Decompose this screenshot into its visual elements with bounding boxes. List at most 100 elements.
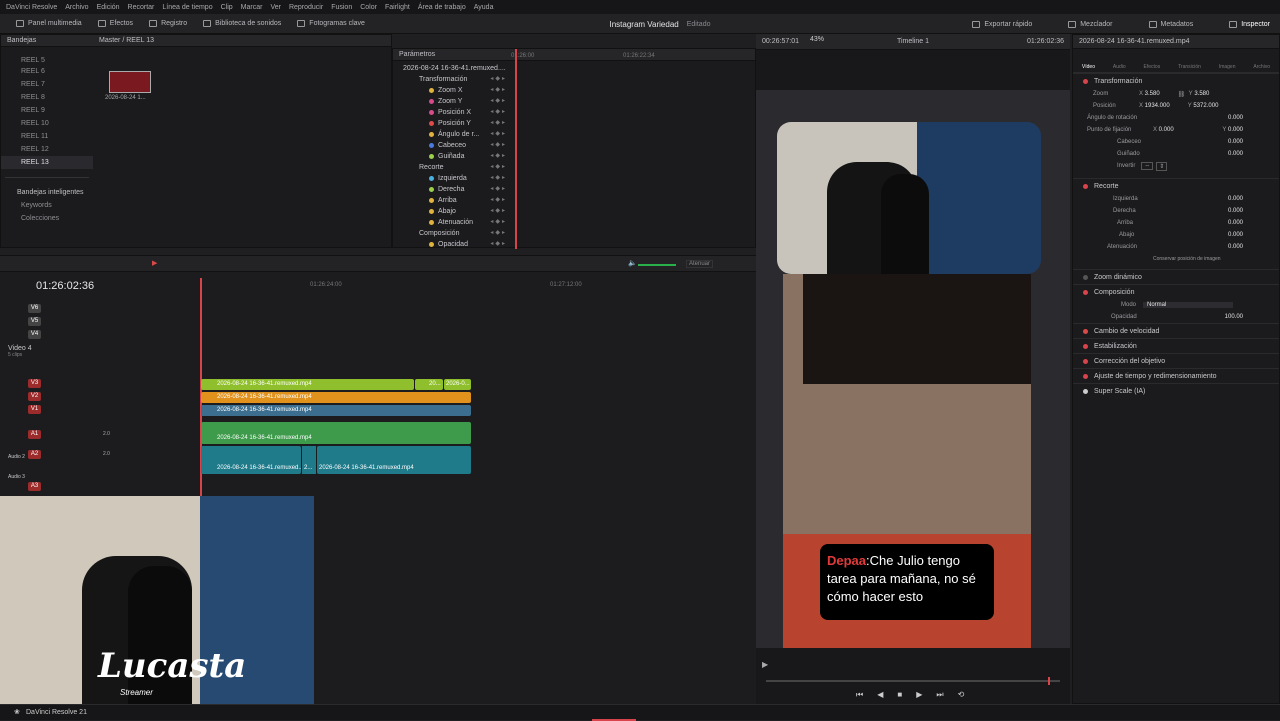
track-tag[interactable]: V1 (28, 405, 41, 414)
bin-item[interactable]: REEL 11 (1, 130, 93, 143)
track-tag[interactable]: A1 (28, 429, 41, 439)
volume-slider[interactable] (638, 264, 676, 266)
menu-fusion[interactable]: Fusion (331, 4, 352, 11)
clip-a1[interactable]: 2026-08-24 16-36-41.remuxed.mp4 (201, 422, 471, 444)
opacity-field[interactable]: 100.00 (1225, 314, 1243, 320)
kf-playhead[interactable] (515, 49, 517, 249)
keyframes-button[interactable]: Fotogramas clave (297, 20, 365, 27)
scrubber-playhead[interactable] (1048, 677, 1050, 685)
param-group[interactable]: Transformación ◂◆▸ (399, 74, 507, 85)
menu-linea[interactable]: Línea de tiempo (162, 4, 212, 11)
track-tag[interactable]: A3 (28, 482, 41, 491)
section-transform[interactable]: Transformación (1073, 73, 1279, 88)
keyframe-nav-icon[interactable]: ◂◆▸ (490, 129, 507, 140)
keyframe-nav-icon[interactable]: ◂◆▸ (490, 140, 507, 151)
clip-a2-b[interactable]: 2... (302, 446, 316, 474)
effects-button[interactable]: Efectos (97, 20, 133, 27)
clip-a2-c[interactable]: 2026-08-24 16-36-41.remuxed.mp4 (317, 446, 471, 474)
loop-icon[interactable]: ⟲ (958, 690, 965, 700)
menu-reproducir[interactable]: Reproducir (289, 4, 323, 11)
keyframe-nav-icon[interactable]: ◂◆▸ (490, 195, 507, 206)
menu-edicion[interactable]: Edición (97, 4, 120, 11)
menu-ver[interactable]: Ver (270, 4, 281, 11)
media-pool-button[interactable]: Panel multimedia (16, 20, 82, 27)
menu-app[interactable]: DaVinci Resolve (6, 4, 57, 11)
param-row[interactable]: Atenuación ◂◆▸ (399, 217, 507, 228)
mixer-button[interactable]: Mezclador (1068, 20, 1113, 28)
enable-dot-icon[interactable] (1083, 78, 1088, 84)
param-row[interactable]: Derecha ◂◆▸ (399, 184, 507, 195)
param-group[interactable]: Recorte ◂◆▸ (399, 162, 507, 173)
enable-dot-icon[interactable] (1083, 289, 1088, 295)
menu-marcar[interactable]: Marcar (241, 4, 263, 11)
section-speed[interactable]: Cambio de velocidad (1073, 323, 1279, 338)
track-tag[interactable]: V3 (28, 379, 41, 388)
param-row[interactable]: Zoom X ◂◆▸ (399, 85, 507, 96)
skip-back-icon[interactable]: ⏮ (856, 690, 863, 700)
menu-area[interactable]: Área de trabajo (418, 4, 466, 11)
crop-soft-field[interactable]: 0.000 (1228, 244, 1243, 250)
tab-video[interactable]: Vídeo (1082, 64, 1095, 70)
blend-mode-dropdown[interactable]: Normal (1143, 302, 1233, 308)
track-tag[interactable]: A2 (28, 449, 41, 459)
quick-export-button[interactable]: Exportar rápido (972, 20, 1032, 28)
section-dynamic-zoom[interactable]: Zoom dinámico (1073, 269, 1279, 284)
menu-fairlight[interactable]: Fairlight (385, 4, 410, 11)
enable-dot-icon[interactable] (1083, 183, 1088, 189)
viewer-scrubber[interactable] (766, 677, 1060, 685)
keyframe-nav-icon[interactable]: ◂◆▸ (490, 206, 507, 217)
param-group[interactable]: Composición ◂◆▸ (399, 228, 507, 239)
clip-v3-b[interactable]: 20... (415, 379, 443, 390)
clip-v2[interactable]: 2026-08-24 16-36-41.remuxed.mp4 (201, 392, 471, 403)
track-tag[interactable]: V6 (28, 304, 41, 313)
param-row[interactable]: Guiñada ◂◆▸ (399, 151, 507, 162)
track-tag[interactable]: V2 (28, 392, 41, 401)
bin-item[interactable]: REEL 5 (1, 57, 93, 65)
video-frame[interactable]: Depaa:Che Julio tengo tarea para mañana,… (756, 90, 1070, 648)
param-row[interactable]: Abajo ◂◆▸ (399, 206, 507, 217)
step-back-icon[interactable]: ◀ (877, 690, 883, 700)
keyframe-nav-icon[interactable]: ◂◆▸ (490, 107, 507, 118)
link-icon[interactable]: ⛓ (1178, 91, 1186, 98)
stop-icon[interactable]: ■ (897, 690, 902, 700)
keyframe-nav-icon[interactable]: ◂◆▸ (490, 118, 507, 129)
anchor-x-field[interactable]: 0.000 (1159, 127, 1174, 133)
selection-tool-icon[interactable]: ▶ (152, 259, 157, 267)
enable-dot-icon[interactable] (1083, 343, 1088, 349)
clip-a2-a[interactable]: 2026-08-24 16-36-41.remuxed... (201, 446, 301, 474)
yaw-field[interactable]: 0.000 (1228, 151, 1243, 157)
clip-v3[interactable]: 2026-08-24 16-36-41.remuxed.mp4 (201, 379, 414, 390)
crop-top-field[interactable]: 0.000 (1228, 220, 1243, 226)
clip-thumbnail[interactable] (109, 71, 151, 93)
menu-archivo[interactable]: Archivo (65, 4, 88, 11)
anchor-y-field[interactable]: 0.000 (1228, 127, 1243, 133)
zoom-x-field[interactable]: 3.580 (1145, 91, 1160, 97)
bin-item[interactable]: REEL 7 (1, 78, 93, 91)
clip-v3-c[interactable]: 2026-0... (444, 379, 471, 390)
menu-color[interactable]: Color (360, 4, 377, 11)
enable-dot-icon[interactable] (1083, 388, 1088, 394)
dim-button[interactable]: Atenuar (686, 260, 714, 268)
edit-page-tab[interactable] (592, 705, 636, 721)
track-tag[interactable]: V5 (28, 317, 41, 326)
inspector-button[interactable]: Inspector (1229, 20, 1270, 28)
enable-dot-icon[interactable] (1083, 373, 1088, 379)
enable-dot-icon[interactable] (1083, 274, 1088, 280)
keyframe-nav-icon[interactable]: ◂◆▸ (490, 85, 507, 96)
param-row[interactable]: Arriba ◂◆▸ (399, 195, 507, 206)
keyframe-nav-icon[interactable]: ◂◆▸ (490, 162, 507, 173)
smart-bins-header[interactable]: Bandejas inteligentes (1, 186, 93, 199)
bin-item[interactable]: REEL 9 (1, 104, 93, 117)
enable-dot-icon[interactable] (1083, 328, 1088, 334)
menu-clip[interactable]: Clip (221, 4, 233, 11)
crop-left-field[interactable]: 0.000 (1228, 196, 1243, 202)
param-row[interactable]: Cabeceo ◂◆▸ (399, 140, 507, 151)
tab-effects[interactable]: Efectos (1144, 64, 1161, 70)
bin-item-selected[interactable]: REEL 13 (1, 156, 93, 169)
smart-bin-item[interactable]: Colecciones (1, 212, 93, 225)
menu-ayuda[interactable]: Ayuda (474, 4, 494, 11)
keyframe-nav-icon[interactable]: ◂◆▸ (490, 173, 507, 184)
bin-item[interactable]: REEL 12 (1, 143, 93, 156)
keep-position-checkbox[interactable]: Conservar posición de imagen (1153, 256, 1221, 262)
tab-image[interactable]: Imagen (1219, 64, 1236, 70)
